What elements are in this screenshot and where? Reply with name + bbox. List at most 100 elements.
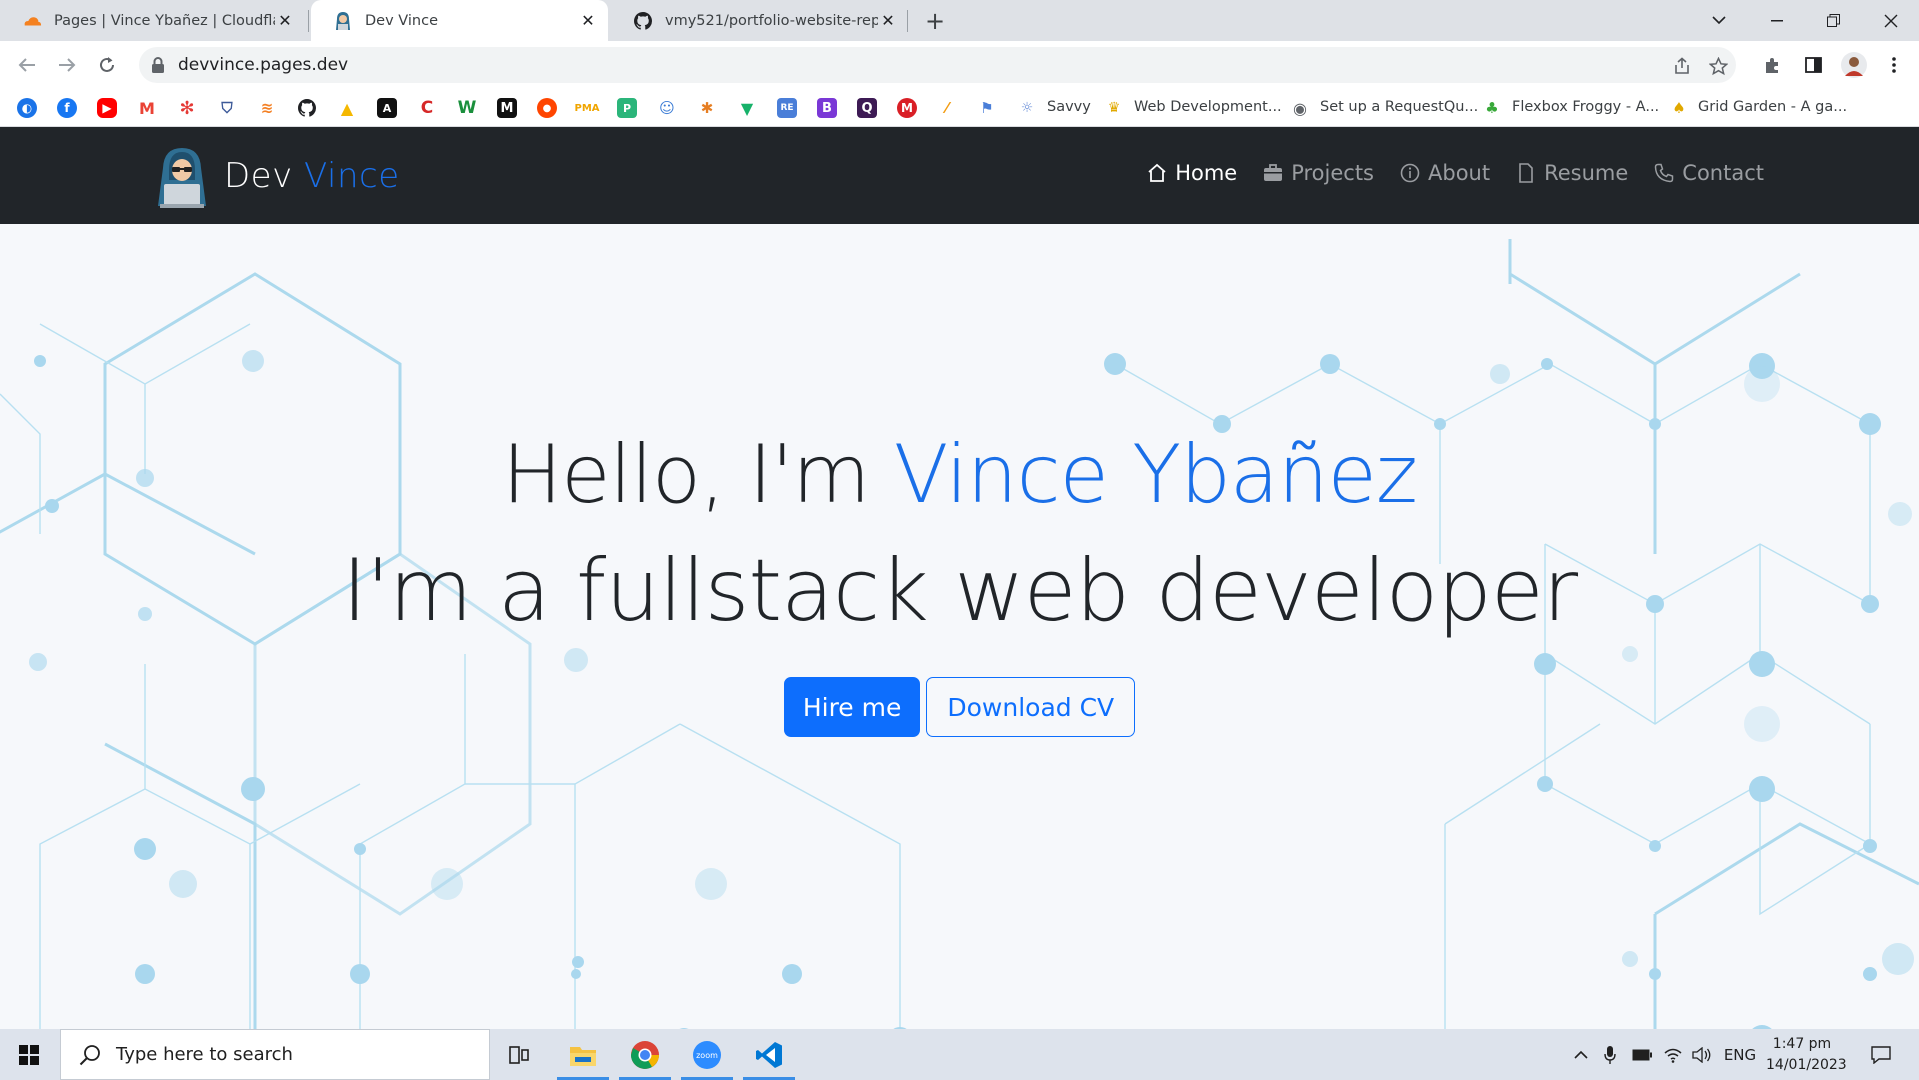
- bookmark-label[interactable]: Savvy: [1047, 99, 1091, 115]
- nav-about[interactable]: About: [1400, 161, 1490, 185]
- battery-icon[interactable]: [1630, 1029, 1654, 1080]
- nav-contact[interactable]: Contact: [1654, 161, 1764, 185]
- carrot-icon[interactable]: ♠: [1669, 98, 1689, 118]
- bootstrap-icon[interactable]: B: [817, 98, 837, 118]
- tab-search-chevron-icon[interactable]: [1694, 0, 1744, 41]
- nav-home[interactable]: Home: [1147, 161, 1237, 185]
- brand-first: Dev: [224, 156, 293, 196]
- house-icon: [1148, 163, 1166, 182]
- side-panel-icon[interactable]: [1798, 50, 1828, 80]
- minimize-button[interactable]: [1752, 0, 1802, 41]
- chrome-menu-icon[interactable]: [1879, 50, 1909, 80]
- zoom-icon[interactable]: zoom: [679, 1029, 735, 1080]
- language-indicator[interactable]: ENG: [1720, 1029, 1760, 1080]
- medium-icon[interactable]: M: [497, 98, 517, 118]
- hero-greeting: Hello, I'm: [502, 428, 894, 521]
- profile-avatar[interactable]: [1839, 50, 1869, 80]
- clock-time: 1:47 pm: [1772, 1036, 1832, 1052]
- nav-label: About: [1428, 161, 1491, 185]
- url-text[interactable]: devvince.pages.dev: [178, 55, 348, 75]
- close-icon[interactable]: ✕: [578, 11, 598, 31]
- stackoverflow-icon[interactable]: ≋: [257, 98, 277, 118]
- frog-icon[interactable]: ♣: [1482, 98, 1502, 118]
- briefcase-icon: [1264, 164, 1283, 181]
- bookmark-label[interactable]: Grid Garden - A ga...: [1698, 99, 1847, 115]
- close-window-button[interactable]: [1866, 0, 1916, 41]
- github-icon: [633, 11, 653, 31]
- bookmark-label[interactable]: Flexbox Froggy - A...: [1512, 99, 1659, 115]
- bookmark-label[interactable]: Set up a RequestQu...: [1320, 99, 1478, 115]
- clock-date: 14/01/2023: [1766, 1057, 1847, 1073]
- restore-button[interactable]: [1808, 0, 1858, 41]
- info-icon: [1400, 163, 1420, 183]
- tab-cloudflare[interactable]: Pages | Vince Ybañez | Cloudflare ✕: [0, 0, 305, 41]
- re-icon[interactable]: RE: [777, 98, 797, 118]
- nav-projects[interactable]: Projects: [1263, 161, 1374, 185]
- p-icon[interactable]: P: [617, 98, 637, 118]
- web-page: Dev Vince Home Projects About Resume Con…: [0, 127, 1919, 1029]
- pma-icon[interactable]: PMA: [574, 98, 600, 118]
- site-brand[interactable]: Dev Vince: [150, 144, 400, 208]
- codewars-icon[interactable]: C: [417, 98, 437, 118]
- slash-icon[interactable]: ⁄: [937, 98, 957, 118]
- hacker-avatar-icon: [333, 11, 353, 31]
- tab-title: vmy521/portfolio-website-repo: [665, 12, 878, 29]
- nav-links: Home Projects About Resume Contact: [1147, 161, 1764, 185]
- m-red-icon[interactable]: M: [897, 98, 917, 118]
- savvy-icon[interactable]: ☼: [1017, 98, 1037, 118]
- address-bar[interactable]: devvince.pages.dev: [139, 47, 1736, 83]
- extensions-puzzle-icon[interactable]: [1758, 50, 1788, 80]
- hero-name: Vince Ybañez: [893, 428, 1418, 521]
- github-icon[interactable]: [297, 98, 317, 118]
- tab-github[interactable]: vmy521/portfolio-website-repo ✕: [611, 0, 908, 41]
- reddit-icon[interactable]: ●: [537, 98, 557, 118]
- nav-resume[interactable]: Resume: [1516, 161, 1628, 185]
- reload-button[interactable]: [92, 50, 122, 80]
- globe-icon[interactable]: ◉: [1290, 98, 1310, 118]
- flag-icon[interactable]: ⚑: [977, 98, 997, 118]
- forward-button[interactable]: [52, 50, 82, 80]
- youtube-icon[interactable]: ▶: [97, 98, 117, 118]
- shield-icon[interactable]: ⛉: [217, 98, 237, 118]
- file-explorer-icon[interactable]: [555, 1029, 611, 1080]
- bookmark-icon[interactable]: ◐: [17, 98, 37, 118]
- web-dev-icon[interactable]: ♛: [1104, 98, 1124, 118]
- bookmarks-bar: ◐ f ▶ M ✻ ⛉ ≋ ▲ A C W M ● PMA P ☺ ✱ ▼ RE…: [0, 89, 1919, 127]
- gmail-icon[interactable]: M: [137, 98, 157, 118]
- close-icon[interactable]: ✕: [878, 11, 898, 31]
- w-icon[interactable]: W: [457, 98, 477, 118]
- vue-icon[interactable]: ▼: [737, 98, 757, 118]
- clock[interactable]: 1:47 pm 14/01/2023: [1766, 1034, 1847, 1076]
- chrome-icon[interactable]: [617, 1029, 673, 1080]
- close-icon[interactable]: ✕: [275, 11, 295, 31]
- cloudflare-icon: [22, 11, 42, 31]
- hire-me-button[interactable]: Hire me: [783, 677, 921, 737]
- q-icon[interactable]: Q: [857, 98, 877, 118]
- hero-section: Hello, I'm Vince Ybañez I'm a fullstack …: [0, 417, 1919, 649]
- download-cv-button[interactable]: Download CV: [926, 677, 1136, 737]
- tab-dev-vince[interactable]: Dev Vince ✕: [311, 0, 608, 41]
- browser-tab-strip: Pages | Vince Ybañez | Cloudflare ✕ Dev …: [0, 0, 1919, 41]
- task-view-icon[interactable]: [492, 1029, 548, 1080]
- notifications-icon[interactable]: [1866, 1029, 1896, 1080]
- taskbar-search-box[interactable]: Type here to search: [60, 1029, 490, 1080]
- bookmark-star-icon[interactable]: [1708, 56, 1728, 76]
- windows-start-button[interactable]: [0, 1029, 58, 1080]
- microphone-icon[interactable]: [1599, 1029, 1621, 1080]
- apps-icon[interactable]: ✱: [697, 98, 717, 118]
- show-hidden-icons-chevron-icon[interactable]: [1570, 1029, 1592, 1080]
- asterisk-icon[interactable]: ✻: [177, 98, 197, 119]
- logo-icon[interactable]: A: [377, 98, 397, 118]
- windows-logo-icon: [19, 1044, 39, 1065]
- share-icon[interactable]: [1672, 56, 1692, 76]
- new-tab-button[interactable]: +: [921, 7, 949, 35]
- volume-icon[interactable]: [1690, 1029, 1714, 1080]
- wifi-icon[interactable]: [1661, 1029, 1685, 1080]
- bot-icon[interactable]: ☺: [657, 98, 677, 118]
- facebook-icon[interactable]: f: [57, 98, 77, 118]
- back-button[interactable]: [12, 50, 42, 80]
- firebase-icon[interactable]: ▲: [337, 98, 357, 118]
- bookmark-label[interactable]: Web Development...: [1134, 99, 1282, 115]
- vscode-icon[interactable]: [741, 1029, 797, 1080]
- nav-label: Projects: [1291, 161, 1374, 185]
